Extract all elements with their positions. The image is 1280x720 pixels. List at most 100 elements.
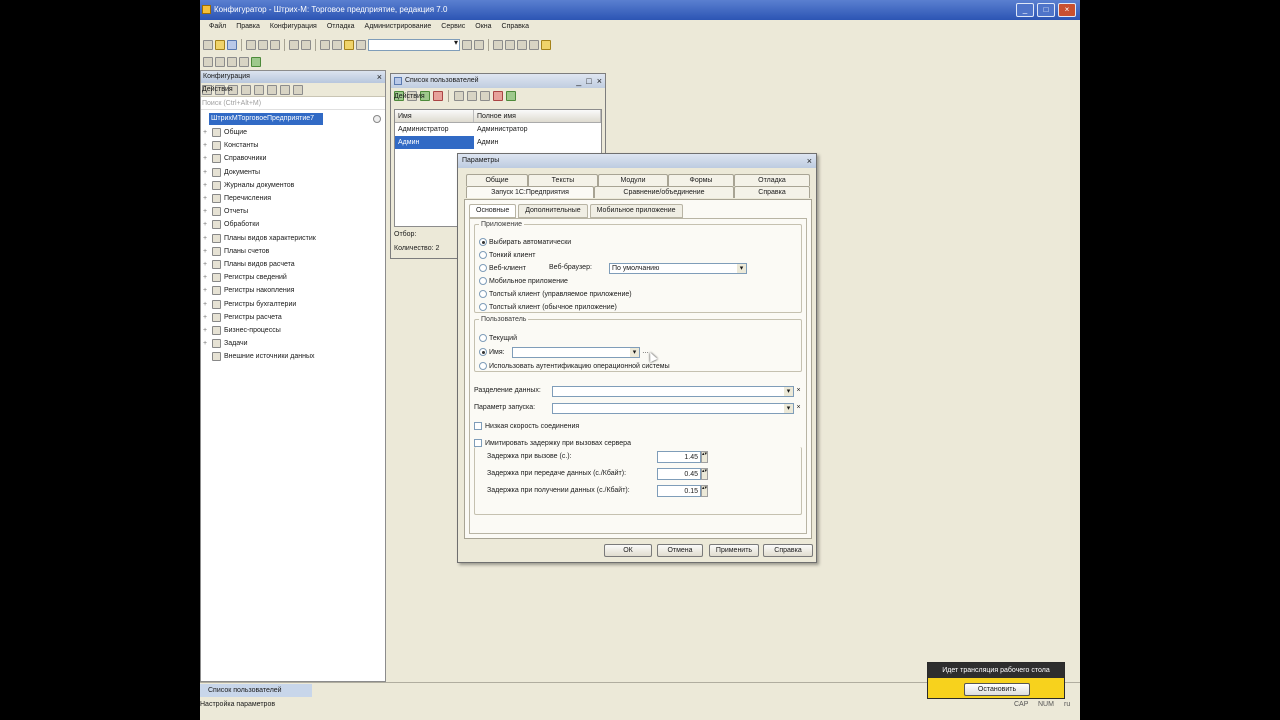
chevron-down-icon[interactable]: ▾ (784, 387, 793, 396)
low-speed-checkbox[interactable]: Низкая скорость соединения (474, 420, 579, 432)
close-icon[interactable]: × (597, 74, 602, 88)
tree-item[interactable]: + Справочники (201, 152, 385, 165)
print-icon[interactable] (301, 39, 311, 50)
column-full-name[interactable]: Полное имя (474, 110, 601, 122)
radio-indicator[interactable] (479, 334, 487, 342)
clear-filter-icon[interactable] (493, 91, 503, 101)
chevron-down-icon[interactable]: ▾ (630, 348, 639, 357)
find-icon[interactable] (344, 39, 354, 50)
tree-item[interactable]: + Обработки (201, 218, 385, 231)
tab-modules[interactable]: Модули (598, 174, 668, 186)
db-icon[interactable] (215, 56, 225, 67)
call-delay-input[interactable]: 1.45 (657, 451, 701, 463)
sort-icon[interactable] (280, 84, 290, 95)
close-icon[interactable]: × (377, 71, 382, 83)
search-prev-icon[interactable] (474, 39, 484, 50)
undo-icon[interactable] (320, 39, 330, 50)
tree-item[interactable]: + Регистры расчета (201, 311, 385, 324)
tab-launch-enterprise[interactable]: Запуск 1С:Предприятия (466, 186, 594, 198)
actions-menu[interactable]: Действия (394, 93, 425, 100)
tree-item[interactable]: + Перечисления (201, 192, 385, 205)
radio-thick-ordinary[interactable]: Толстый клиент (обычное приложение) (479, 301, 617, 313)
subtab-main[interactable]: Основные (469, 204, 517, 218)
bookmark-icon[interactable] (493, 39, 503, 50)
tab-general[interactable]: Общие (466, 174, 528, 186)
minimize-button[interactable]: _ (1016, 3, 1034, 17)
paste-icon[interactable] (270, 39, 280, 50)
user-name-input[interactable]: ▾ (512, 347, 640, 358)
radio-indicator[interactable] (479, 277, 487, 285)
radio-indicator[interactable] (479, 303, 487, 311)
redo-icon[interactable] (332, 39, 342, 50)
radio-indicator[interactable] (479, 264, 487, 272)
radio-web-client[interactable]: Веб-клиент (479, 262, 526, 274)
radio-indicator[interactable] (479, 238, 487, 246)
apply-button[interactable]: Применить (709, 544, 759, 557)
minimize-icon[interactable]: _ (576, 74, 581, 88)
receive-delay-stepper[interactable]: ▴▾ (701, 485, 708, 497)
tab-texts[interactable]: Тексты (528, 174, 598, 186)
tree-item[interactable]: + Планы видов характеристик (201, 232, 385, 245)
delete-icon[interactable] (241, 84, 251, 95)
task-users-list[interactable]: Список пользователей (200, 684, 312, 697)
tree-item[interactable]: + Документы (201, 166, 385, 179)
cut-icon[interactable] (246, 39, 256, 50)
help-button[interactable]: Справка (763, 544, 813, 557)
radio-indicator[interactable] (479, 362, 487, 370)
tree-item[interactable]: + Общие (201, 126, 385, 139)
radio-auto[interactable]: Выбирать автоматически (479, 236, 571, 248)
chevron-down-icon[interactable]: ▾ (737, 264, 746, 273)
clear-icon[interactable]: × (794, 403, 803, 414)
tree-item[interactable]: + Планы счетов (201, 245, 385, 258)
table-row[interactable]: Администратор Администратор (395, 123, 601, 136)
refresh-icon[interactable] (506, 91, 516, 101)
menu-configuration[interactable]: Конфигурация (265, 20, 322, 34)
tab-forms[interactable]: Формы (668, 174, 734, 186)
copy-icon[interactable] (258, 39, 268, 50)
delete-icon[interactable] (289, 39, 299, 50)
maximize-icon[interactable]: □ (586, 74, 591, 88)
menu-service[interactable]: Сервис (436, 20, 470, 34)
move-down-icon[interactable] (267, 84, 277, 95)
radio-current-user[interactable]: Текущий (479, 332, 517, 344)
maximize-button[interactable]: □ (1037, 3, 1055, 17)
debug-icon[interactable] (505, 39, 515, 50)
expand-icon[interactable]: + (203, 221, 210, 228)
list-icon[interactable] (467, 91, 477, 101)
expand-icon[interactable]: + (203, 287, 210, 294)
run-icon[interactable] (251, 56, 261, 67)
move-up-icon[interactable] (254, 84, 264, 95)
expand-icon[interactable]: + (203, 142, 210, 149)
expand-icon[interactable]: + (203, 182, 210, 189)
table-row-selected[interactable]: Админ Админ (395, 136, 601, 149)
radio-indicator[interactable] (479, 290, 487, 298)
syntax-icon[interactable] (529, 39, 539, 50)
config-icon[interactable] (203, 56, 213, 67)
compare-icon[interactable] (239, 56, 249, 67)
save-icon[interactable] (227, 39, 237, 50)
filter-icon[interactable] (454, 91, 464, 101)
new-icon[interactable] (203, 39, 213, 50)
tree-item[interactable]: + Регистры бухгалтерии (201, 297, 385, 310)
radio-thick-managed[interactable]: Толстый клиент (управляемое приложение) (479, 288, 632, 300)
send-delay-stepper[interactable]: ▴▾ (701, 468, 708, 480)
search-combo[interactable] (368, 38, 460, 51)
settings-icon[interactable] (480, 91, 490, 101)
config-search-input[interactable]: Поиск (Ctrl+Alt+M) (201, 98, 385, 110)
expand-icon[interactable]: + (203, 235, 210, 242)
expand-icon[interactable]: + (203, 340, 210, 347)
actions-menu[interactable]: Действия (202, 86, 233, 93)
update-icon[interactable] (227, 56, 237, 67)
subtab-mobile[interactable]: Мобильное приложение (589, 204, 683, 218)
close-button[interactable]: × (1058, 3, 1076, 17)
data-separation-input[interactable]: ▾ (552, 386, 794, 397)
cancel-button[interactable]: Отмена (657, 544, 703, 557)
expand-icon[interactable]: + (203, 155, 210, 162)
tab-debug[interactable]: Отладка (734, 174, 810, 186)
checkbox-indicator[interactable] (474, 422, 482, 430)
radio-mobile-app[interactable]: Мобильное приложение (479, 275, 568, 287)
tree-item[interactable]: + Константы (201, 139, 385, 152)
radio-user-name[interactable]: Имя: (479, 346, 505, 358)
subtab-additional[interactable]: Дополнительные (518, 204, 588, 218)
radio-thin-client[interactable]: Тонкий клиент (479, 249, 535, 261)
